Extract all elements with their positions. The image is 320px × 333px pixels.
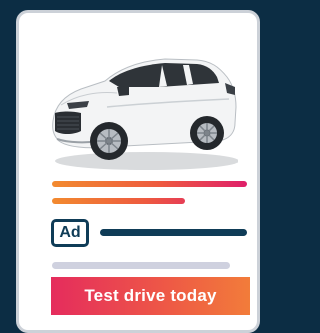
text-placeholder-line-2 xyxy=(52,198,185,204)
text-placeholder-line-4 xyxy=(52,262,230,269)
ad-card[interactable]: Ad Test drive today xyxy=(16,10,260,333)
car-image xyxy=(52,58,238,170)
page: Ad Test drive today xyxy=(0,0,276,333)
text-placeholder-line-3 xyxy=(100,229,247,236)
test-drive-button[interactable]: Test drive today xyxy=(51,277,250,315)
ad-badge: Ad xyxy=(51,219,89,247)
text-placeholder-line-1 xyxy=(52,181,247,187)
